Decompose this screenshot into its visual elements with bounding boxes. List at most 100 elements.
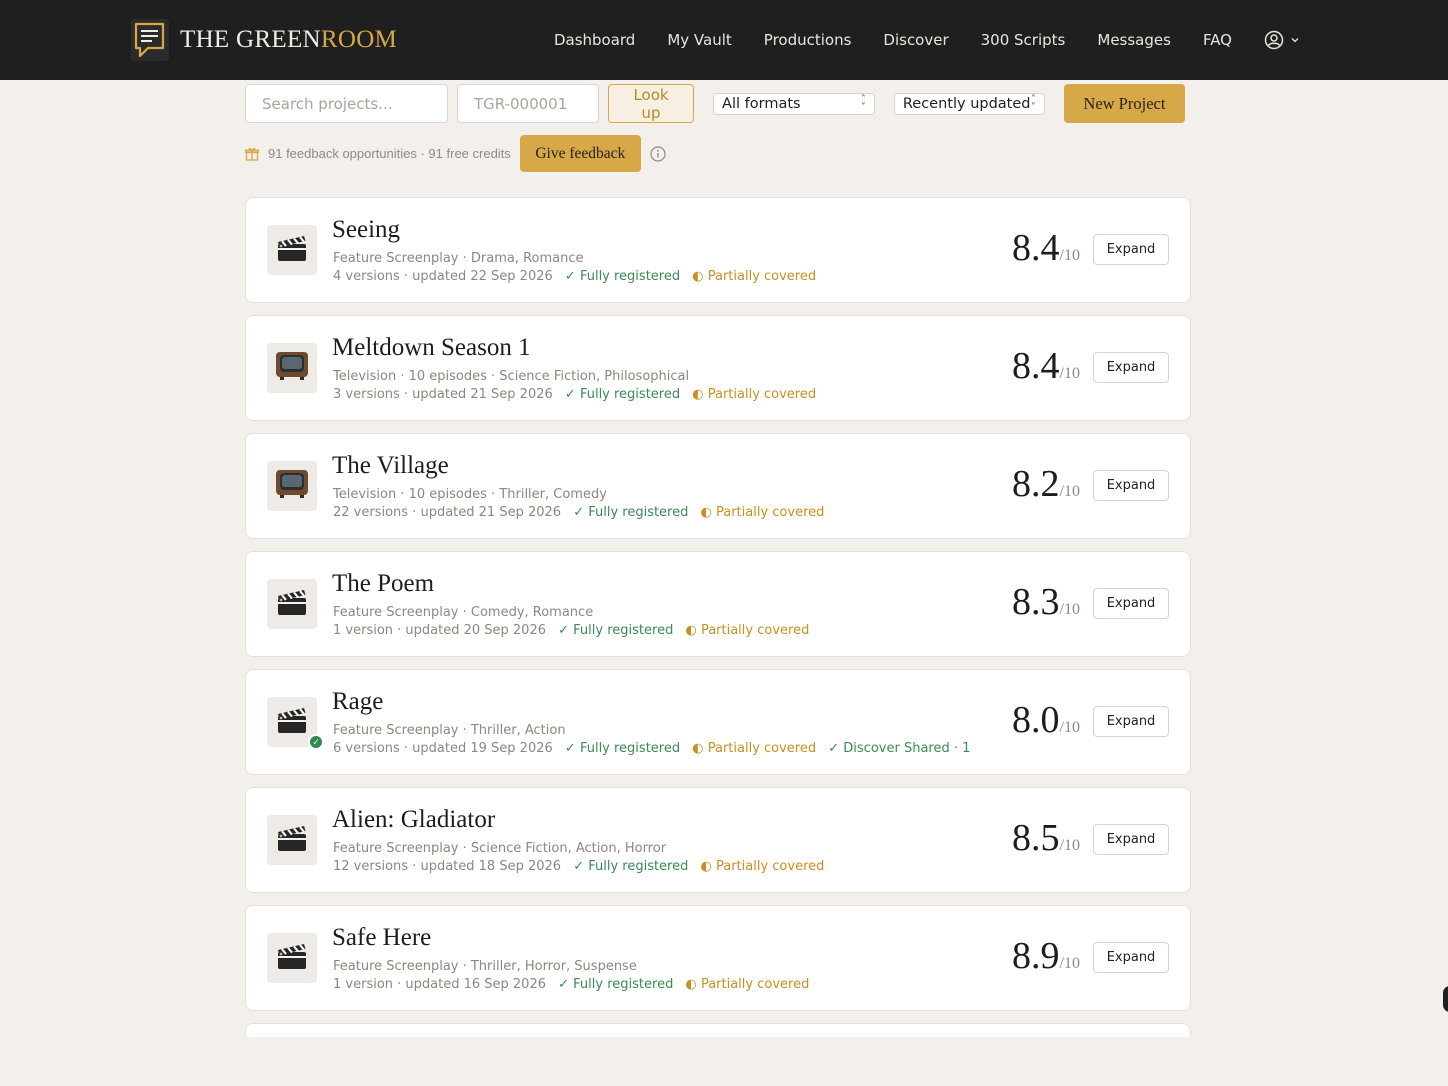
score-denominator: /10: [1059, 955, 1080, 972]
expand-button[interactable]: Expand: [1093, 588, 1169, 619]
format-select[interactable]: All formats ˄ ˅: [713, 92, 875, 115]
nav-300-scripts[interactable]: 300 Scripts: [981, 31, 1066, 49]
project-title[interactable]: The Village: [332, 452, 449, 480]
project-title[interactable]: Safe Here: [332, 924, 431, 952]
project-versions: 3 versions · updated 21 Sep 2026: [333, 387, 553, 402]
brand-logo[interactable]: THE GREENROOM: [130, 18, 397, 62]
clapperboard-icon: [275, 233, 309, 268]
format-select-value: All formats: [722, 95, 801, 112]
project-status-line: 1 version · updated 20 Sep 2026 ✓ Fully …: [333, 623, 817, 638]
project-versions: 4 versions · updated 22 Sep 2026: [333, 269, 553, 284]
expand-button[interactable]: Expand: [1093, 824, 1169, 855]
registration-status: ✓ Fully registered: [564, 741, 681, 756]
script-logo-icon: [131, 19, 169, 61]
nav-messages[interactable]: Messages: [1097, 31, 1171, 49]
project-versions: 6 versions · updated 19 Sep 2026: [333, 741, 553, 756]
tgr-id-input[interactable]: [457, 84, 599, 123]
coverage-status: ◐ Partially covered: [692, 269, 817, 284]
lookup-button[interactable]: Look up: [608, 84, 695, 123]
info-icon[interactable]: [650, 145, 666, 162]
gift-icon: [245, 147, 259, 161]
project-meta: Television · 10 episodes · Science Ficti…: [333, 369, 690, 384]
clapperboard-icon: [275, 823, 309, 858]
score-denominator: /10: [1059, 719, 1080, 736]
main-nav: Dashboard My Vault Productions Discover …: [554, 0, 1300, 80]
discover-check-badge-icon: ✓: [308, 734, 324, 750]
project-title[interactable]: The Poem: [332, 570, 434, 598]
project-meta: Feature Screenplay · Drama, Romance: [333, 251, 584, 266]
project-meta: Feature Screenplay · Thriller, Action: [333, 723, 566, 738]
select-arrows-icon: ˄ ˅: [860, 93, 866, 113]
nav-discover[interactable]: Discover: [883, 31, 948, 49]
project-card[interactable]: Alien: Gladiator Feature Screenplay · Sc…: [245, 787, 1191, 893]
score-value: 8.4: [1012, 227, 1060, 269]
project-meta: Feature Screenplay · Thriller, Horror, S…: [333, 959, 637, 974]
score-denominator: /10: [1059, 483, 1080, 500]
project-thumbnail: [267, 815, 317, 865]
chevron-down-icon: [1291, 38, 1299, 43]
user-circle-icon: [1264, 30, 1284, 50]
registration-status: ✓ Fully registered: [558, 623, 674, 638]
score-value: 8.5: [1012, 817, 1060, 859]
project-title[interactable]: Rage: [332, 688, 383, 716]
nav-dashboard[interactable]: Dashboard: [554, 31, 635, 49]
sort-select-value: Recently updated: [902, 95, 1031, 112]
clapperboard-icon: [275, 705, 309, 740]
project-status-line: 6 versions · updated 19 Sep 2026 ✓ Fully…: [333, 741, 970, 756]
project-score: 8.2/10: [1012, 462, 1080, 506]
expand-button[interactable]: Expand: [1093, 706, 1169, 737]
project-title[interactable]: Seeing: [332, 216, 400, 244]
coverage-status: ◐ Partially covered: [685, 977, 810, 992]
nav-my-vault[interactable]: My Vault: [667, 31, 731, 49]
nav-faq[interactable]: FAQ: [1203, 31, 1232, 49]
registration-status: ✓ Fully registered: [564, 269, 681, 284]
project-card[interactable]: ✓ Rage Feature Screenplay · Thriller, Ac…: [245, 669, 1191, 775]
score-value: 8.9: [1012, 935, 1060, 977]
project-title[interactable]: Meltdown Season 1: [332, 334, 531, 362]
project-status-line: 3 versions · updated 21 Sep 2026 ✓ Fully…: [333, 387, 824, 402]
project-card[interactable]: The Poem Feature Screenplay · Comedy, Ro…: [245, 551, 1191, 657]
project-score: 8.5/10: [1012, 816, 1080, 860]
project-thumbnail: [267, 461, 317, 511]
top-navbar: THE GREENROOM Dashboard My Vault Product…: [0, 0, 1448, 80]
project-thumbnail: [267, 343, 317, 393]
television-icon: [274, 468, 310, 505]
project-card-partial[interactable]: [245, 1023, 1191, 1037]
feedback-summary: 91 feedback opportunities · 91 free cred…: [268, 146, 511, 161]
project-score: 8.3/10: [1012, 580, 1080, 624]
project-status-line: 12 versions · updated 18 Sep 2026 ✓ Full…: [333, 859, 832, 874]
project-versions: 1 version · updated 20 Sep 2026: [333, 623, 546, 638]
project-score: 8.4/10: [1012, 226, 1080, 270]
project-card[interactable]: Seeing Feature Screenplay · Drama, Roman…: [245, 197, 1191, 303]
project-toolbar: Look up All formats ˄˅ Recently updated …: [245, 84, 1185, 123]
project-list: Seeing Feature Screenplay · Drama, Roman…: [245, 197, 1191, 1037]
nav-productions[interactable]: Productions: [764, 31, 852, 49]
expand-button[interactable]: Expand: [1093, 352, 1169, 383]
expand-button[interactable]: Expand: [1093, 470, 1169, 501]
coverage-status: ◐ Partially covered: [685, 623, 810, 638]
registration-status: ✓ Fully registered: [573, 505, 689, 520]
expand-button[interactable]: Expand: [1093, 942, 1169, 973]
project-card[interactable]: Safe Here Feature Screenplay · Thriller,…: [245, 905, 1191, 1011]
project-title[interactable]: Alien: Gladiator: [332, 806, 495, 834]
coverage-status: ◐ Partially covered: [692, 387, 817, 402]
sort-select[interactable]: Recently updated ˄ ˅: [893, 92, 1045, 115]
floating-handle[interactable]: [1443, 986, 1448, 1012]
expand-button[interactable]: Expand: [1093, 234, 1169, 265]
project-card[interactable]: The Village Television · 10 episodes · T…: [245, 433, 1191, 539]
coverage-status: ◐ Partially covered: [700, 505, 825, 520]
new-project-button[interactable]: New Project: [1063, 84, 1185, 123]
project-meta: Feature Screenplay · Science Fiction, Ac…: [333, 841, 667, 856]
search-projects-input[interactable]: [245, 84, 448, 123]
project-meta: Feature Screenplay · Comedy, Romance: [333, 605, 594, 620]
give-feedback-button[interactable]: Give feedback: [519, 135, 641, 172]
project-score: 8.9/10: [1012, 934, 1080, 978]
project-card[interactable]: Meltdown Season 1 Television · 10 episod…: [245, 315, 1191, 421]
registration-status: ✓ Fully registered: [573, 859, 689, 874]
select-arrows-icon: ˄ ˅: [1030, 93, 1036, 113]
project-versions: 22 versions · updated 21 Sep 2026: [333, 505, 562, 520]
account-menu[interactable]: [1264, 30, 1300, 50]
clapperboard-icon: [275, 587, 309, 622]
score-denominator: /10: [1059, 247, 1080, 264]
project-thumbnail: [267, 579, 317, 629]
